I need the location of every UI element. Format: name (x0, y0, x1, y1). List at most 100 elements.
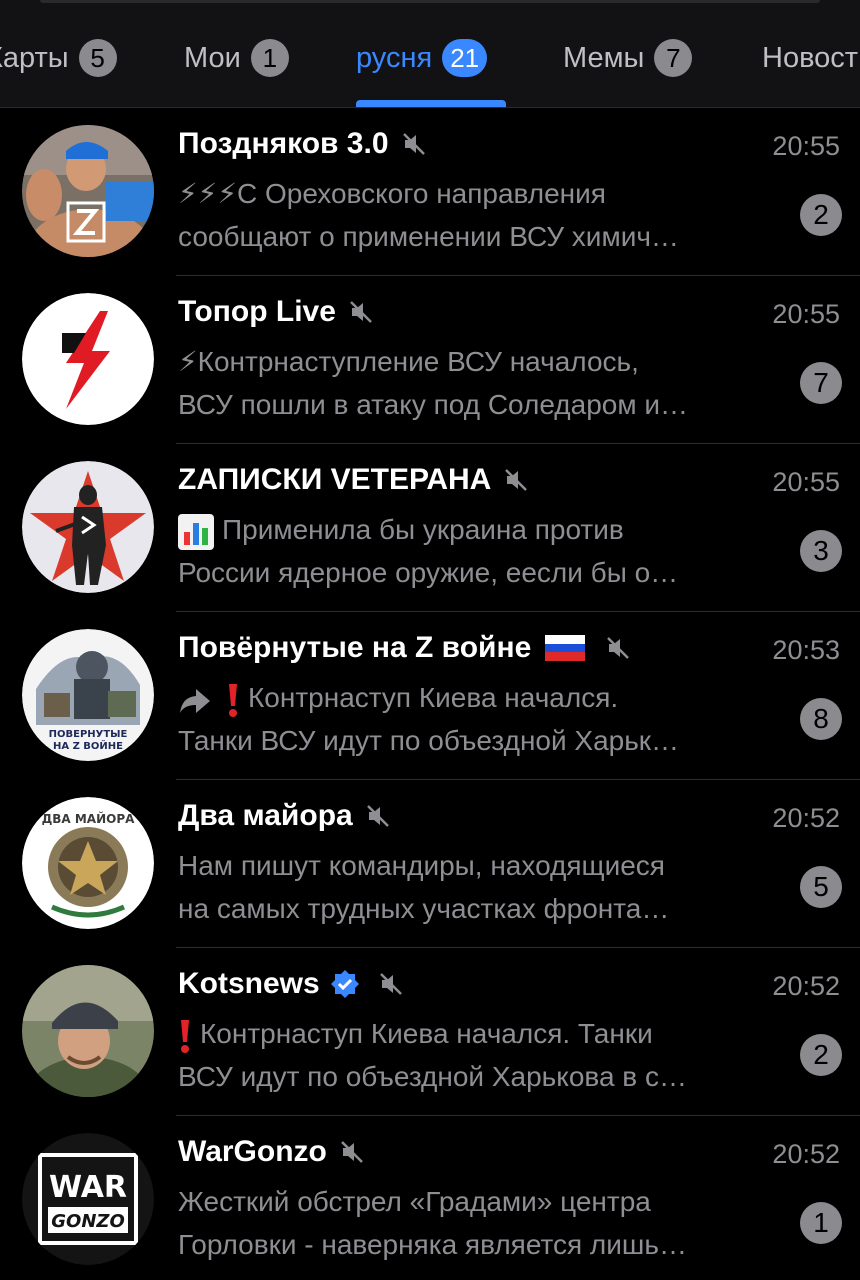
message-preview: Контрнаступ Киева начался. Танки ВСУ иду… (178, 1012, 788, 1098)
wargonzo-logo-avatar: WAR GONZO (22, 1133, 154, 1265)
chat-title: ZАПИСКИ VЕТЕРАНА (178, 463, 529, 497)
logo-word-gonzo: GONZO (51, 1211, 125, 1232)
chat-list: Поздняков 3.0 20:55 ⚡⚡⚡С Ореховского нап… (0, 108, 860, 1280)
chat-name: Повёрнутые на Z войне (178, 631, 532, 664)
unread-count-badge: 7 (800, 362, 842, 404)
preview-line-1: Жесткий обстрел «Градами» центра (178, 1186, 651, 1217)
top-edge (40, 0, 820, 3)
unread-count-badge: 8 (800, 698, 842, 740)
chat-time: 20:55 (772, 467, 840, 497)
chat-title: Kotsnews (178, 967, 404, 1001)
chat-name: Два майора (178, 799, 353, 832)
russian-flag-icon (545, 635, 586, 661)
tab-badge: 5 (78, 39, 117, 77)
verified-badge-icon (330, 970, 359, 998)
chat-time: 20:53 (772, 635, 840, 665)
tab-label: русня (356, 41, 433, 74)
message-preview: ⚡⚡⚡С Ореховского направления сообщают о … (178, 172, 788, 258)
muted-speaker-icon (505, 469, 528, 491)
chat-time: 20:52 (772, 1139, 840, 1169)
muted-speaker-icon (340, 1141, 363, 1163)
chat-name: Топор Live (178, 295, 336, 328)
chat-row-kotsnews[interactable]: Kotsnews 20:52 Контрнаступ Киева начался… (0, 948, 860, 1116)
chat-time: 20:52 (772, 803, 840, 833)
avatar-caption: ДВА МАЙОРА (42, 811, 136, 826)
preview-line-1: Нам пишут командиры, находящиеся (178, 850, 665, 881)
folder-tabs: Карты 5 Мои 1 русня 21 Мемы 7 Новости (0, 30, 860, 90)
tab-rusnya[interactable]: русня 21 (356, 30, 488, 86)
helmet-man-photo-avatar (22, 965, 154, 1097)
muted-speaker-icon (350, 301, 372, 323)
tab-badge: 1 (250, 39, 289, 77)
muted-speaker-icon (402, 133, 425, 155)
preview-line-1: ⚡⚡⚡С Ореховского направления (178, 178, 606, 209)
preview-line-2: России ядерное оружие, еесли бы о… (178, 557, 679, 588)
chat-name: ZАПИСКИ VЕТЕРАНА (178, 463, 492, 496)
tab-memy[interactable]: Мемы 7 (563, 30, 693, 86)
unread-count-badge: 5 (800, 866, 842, 908)
red-exclamation-icon (229, 683, 237, 717)
chat-title: Поздняков 3.0 (178, 127, 427, 161)
preview-text: Контрнаступ Киева начался. (248, 682, 619, 713)
preview-line-2: на самых трудных участках фронта… (178, 893, 670, 924)
unread-count-badge: 1 (800, 1202, 842, 1244)
tab-label: Мои (184, 41, 241, 74)
preview-line-1: ⚡Контрнаступление ВСУ началось, (178, 346, 639, 377)
chat-row-pozdnyakov[interactable]: Поздняков 3.0 20:55 ⚡⚡⚡С Ореховского нап… (0, 108, 860, 276)
soldiers-collage-avatar: ПОВЕРНУТЫЕ НА Z ВОЙНЕ (22, 629, 154, 761)
unread-count-badge: 2 (800, 1034, 842, 1076)
tab-moi[interactable]: Мои 1 (184, 30, 289, 86)
chat-title: WarGonzo (178, 1135, 365, 1169)
chat-title: Топор Live (178, 295, 374, 329)
chat-title: Повёрнутые на Z войне (178, 631, 631, 665)
chat-time: 20:55 (772, 299, 840, 329)
preview-line-1: Применила бы украина против (178, 508, 788, 551)
tab-badge: 21 (442, 39, 488, 77)
chat-row-zapiski-veterana[interactable]: ZАПИСКИ VЕТЕРАНА 20:55 Применила бы укра… (0, 444, 860, 612)
preview-line-2: Танки ВСУ идут по объездной Харьк… (178, 725, 680, 756)
soldier-star-avatar (22, 461, 154, 593)
tab-badge: 7 (654, 39, 693, 77)
chat-name: WarGonzo (178, 1135, 327, 1168)
preview-text: Контрнаступ Киева начался. Танки (200, 1018, 653, 1049)
message-preview: Контрнаступ Киева начался. Танки ВСУ иду… (178, 676, 788, 762)
chat-row-topor-live[interactable]: Топор Live 20:55 ⚡Контрнаступление ВСУ н… (0, 276, 860, 444)
avatar-caption-line-2: НА Z ВОЙНЕ (53, 739, 123, 752)
preview-line-1: Контрнаступ Киева начался. (178, 676, 788, 719)
bodybuilder-photo-avatar (22, 125, 154, 257)
preview-line-2: ВСУ идут по объездной Харькова в с… (178, 1061, 687, 1092)
unread-count-badge: 3 (800, 530, 842, 572)
chat-name: Поздняков 3.0 (178, 127, 389, 160)
muted-speaker-icon (366, 805, 389, 827)
chat-row-wargonzo[interactable]: WAR GONZO WarGonzo 20:52 Жесткий обстрел… (0, 1116, 860, 1280)
chat-name: Kotsnews (178, 967, 320, 1000)
message-preview: ⚡Контрнаступление ВСУ началось, ВСУ пошл… (178, 340, 788, 426)
tab-label: Новости (762, 41, 860, 74)
bar-chart-icon (178, 513, 214, 550)
two-majors-emblem-avatar: ДВА МАЙОРА (22, 797, 154, 929)
muted-speaker-icon (379, 973, 402, 995)
active-tab-indicator (356, 100, 506, 107)
axe-lightning-logo-avatar (22, 293, 154, 425)
muted-speaker-icon (607, 637, 630, 659)
avatar-caption-line-1: ПОВЕРНУТЫЕ (49, 729, 128, 740)
chat-title: Два майора (178, 799, 391, 833)
unread-count-badge: 2 (800, 194, 842, 236)
tab-label: Карты (0, 41, 69, 74)
tab-karty[interactable]: Карты 5 (0, 30, 117, 86)
preview-line-2: сообщают о применении ВСУ химич… (178, 221, 679, 252)
logo-word-war: WAR (49, 1170, 127, 1205)
preview-line-2: Горловки - наверняка является лишь… (178, 1229, 687, 1260)
tab-label: Мемы (563, 41, 645, 74)
preview-line-2: ВСУ пошли в атаку под Соледаром и… (178, 389, 689, 420)
tab-novosti[interactable]: Новости (762, 30, 860, 86)
red-exclamation-icon (181, 1019, 189, 1053)
chat-row-dva-mayora[interactable]: ДВА МАЙОРА Два майора 20:52 Нам пишут ко… (0, 780, 860, 948)
message-preview: Нам пишут командиры, находящиеся на самы… (178, 844, 788, 930)
message-preview: Жесткий обстрел «Градами» центра Горловк… (178, 1180, 788, 1266)
chat-time: 20:52 (772, 971, 840, 1001)
message-preview: Применила бы украина против России ядерн… (178, 508, 788, 594)
chat-row-povernutye[interactable]: ПОВЕРНУТЫЕ НА Z ВОЙНЕ Повёрнутые на Z во… (0, 612, 860, 780)
forward-arrow-icon (180, 688, 210, 713)
chat-time: 20:55 (772, 131, 840, 161)
